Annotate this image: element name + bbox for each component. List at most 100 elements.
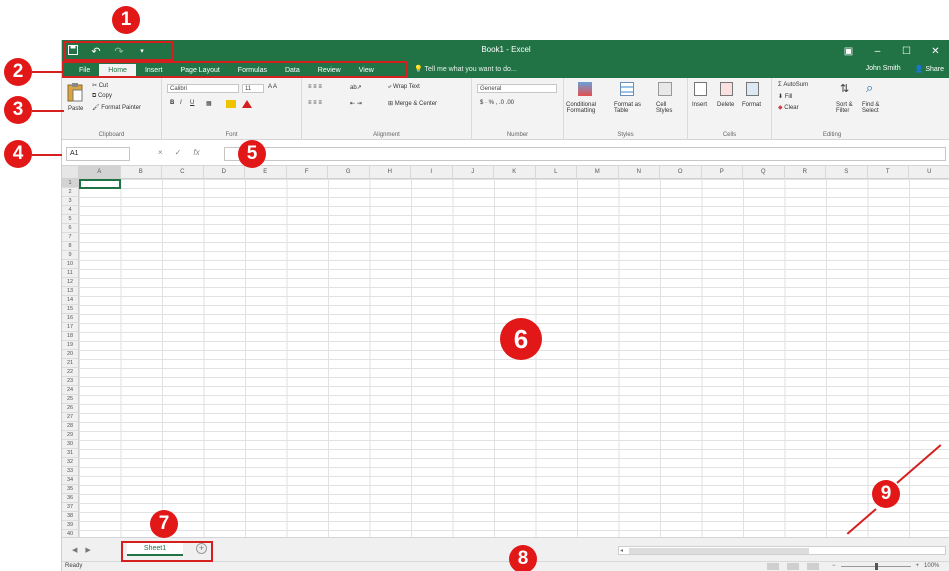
zoom-slider[interactable] <box>840 562 911 570</box>
row-header[interactable]: 3 <box>62 197 79 206</box>
delete-cells-icon[interactable] <box>720 82 733 96</box>
format-cells-button[interactable]: Format <box>742 102 761 108</box>
underline-button[interactable]: U <box>190 100 194 106</box>
scroll-left-icon[interactable]: ◂ <box>620 547 623 555</box>
row-header[interactable]: 40 <box>62 530 79 537</box>
prev-sheet-icon[interactable]: ◀ <box>72 546 77 554</box>
row-header[interactable]: 12 <box>62 278 79 287</box>
row-header[interactable]: 1 <box>62 179 79 188</box>
number-format-icons[interactable]: $ · % , .0 .00 <box>480 100 514 106</box>
column-header[interactable]: Q <box>743 166 785 179</box>
zoom-knob[interactable] <box>874 562 878 570</box>
sort-filter-button[interactable]: Sort & Filter <box>836 102 853 114</box>
share-button[interactable]: 👤 Share <box>915 65 944 73</box>
row-header[interactable]: 31 <box>62 449 79 458</box>
column-header[interactable]: O <box>660 166 702 179</box>
indent-icons[interactable]: ⇤ ⇥ <box>350 100 362 107</box>
row-header[interactable]: 15 <box>62 305 79 314</box>
row-header[interactable]: 35 <box>62 485 79 494</box>
sort-filter-icon[interactable]: ⇅ <box>840 82 849 95</box>
row-header[interactable]: 25 <box>62 395 79 404</box>
conditional-formatting-icon[interactable] <box>578 82 592 96</box>
column-header[interactable]: A <box>79 166 121 179</box>
row-header[interactable]: 13 <box>62 287 79 296</box>
insert-cells-button[interactable]: Insert <box>692 102 707 108</box>
formula-input[interactable] <box>224 147 946 161</box>
row-header[interactable]: 20 <box>62 350 79 359</box>
row-header[interactable]: 34 <box>62 476 79 485</box>
tab-formulas[interactable]: Formulas <box>229 64 276 78</box>
row-header[interactable]: 4 <box>62 206 79 215</box>
borders-icon[interactable]: ▦ <box>206 100 212 107</box>
column-header[interactable]: P <box>701 166 743 179</box>
row-header[interactable]: 18 <box>62 332 79 341</box>
column-header[interactable]: H <box>369 166 411 179</box>
row-header[interactable]: 21 <box>62 359 79 368</box>
column-header[interactable]: D <box>203 166 245 179</box>
scroll-thumb[interactable] <box>629 548 809 554</box>
tab-page-layout[interactable]: Page Layout <box>171 64 228 78</box>
column-header[interactable]: J <box>452 166 494 179</box>
format-cells-icon[interactable] <box>746 82 759 96</box>
row-header[interactable]: 26 <box>62 404 79 413</box>
sheet-tab[interactable]: Sheet1 <box>127 542 183 556</box>
active-cell[interactable] <box>79 179 121 189</box>
row-header[interactable]: 2 <box>62 188 79 197</box>
cell-styles-icon[interactable] <box>658 82 672 96</box>
column-header[interactable]: N <box>618 166 660 179</box>
close-icon[interactable]: ✕ <box>921 40 949 62</box>
row-header[interactable]: 23 <box>62 377 79 386</box>
row-header[interactable]: 7 <box>62 233 79 242</box>
find-select-button[interactable]: Find & Select <box>862 102 879 114</box>
font-size-combo[interactable]: 11 <box>242 84 264 93</box>
row-header[interactable]: 29 <box>62 431 79 440</box>
row-header[interactable]: 11 <box>62 269 79 278</box>
next-sheet-icon[interactable]: ▶ <box>85 546 90 554</box>
row-header[interactable]: 5 <box>62 215 79 224</box>
zoom-level[interactable]: 100% <box>924 563 939 569</box>
insert-cells-icon[interactable] <box>694 82 707 96</box>
tab-data[interactable]: Data <box>276 64 309 78</box>
tab-insert[interactable]: Insert <box>136 64 172 78</box>
column-header[interactable]: K <box>494 166 536 179</box>
column-header[interactable]: B <box>120 166 162 179</box>
column-header[interactable]: F <box>286 166 328 179</box>
minimize-icon[interactable]: – <box>863 40 892 62</box>
enter-icon[interactable]: ✓ <box>175 148 182 157</box>
row-header[interactable]: 36 <box>62 494 79 503</box>
column-header[interactable]: R <box>784 166 826 179</box>
insert-function-icon[interactable]: fx <box>193 148 199 157</box>
cancel-icon[interactable]: × <box>158 148 163 157</box>
cut-button[interactable]: ✂ Cut <box>92 82 108 89</box>
bold-button[interactable]: B <box>170 100 174 106</box>
row-header[interactable]: 17 <box>62 323 79 332</box>
copy-button[interactable]: ⧉ Copy <box>92 93 112 100</box>
font-color-icon[interactable] <box>242 100 252 108</box>
format-painter-button[interactable]: 🖌 Format Painter <box>92 104 141 111</box>
format-as-table-icon[interactable] <box>620 82 634 96</box>
fill-button[interactable]: ⬇ Fill <box>778 93 792 100</box>
column-header[interactable]: G <box>328 166 370 179</box>
row-header[interactable]: 22 <box>62 368 79 377</box>
page-break-view-icon[interactable] <box>807 563 819 570</box>
tab-home[interactable]: Home <box>99 64 136 78</box>
row-header[interactable]: 32 <box>62 458 79 467</box>
row-header[interactable]: 27 <box>62 413 79 422</box>
normal-view-icon[interactable] <box>767 563 779 570</box>
zoom-out-icon[interactable]: − <box>832 563 836 569</box>
row-header[interactable]: 28 <box>62 422 79 431</box>
wrap-text-button[interactable]: ⤶ Wrap Text <box>388 84 420 91</box>
font-size-buttons[interactable]: A A <box>268 84 277 90</box>
merge-center-button[interactable]: ⊞ Merge & Center <box>388 100 437 107</box>
autosum-button[interactable]: Σ AutoSum <box>778 82 808 88</box>
row-header[interactable]: 39 <box>62 521 79 530</box>
ribbon-display-icon[interactable]: ▣ <box>834 40 863 62</box>
clear-button[interactable]: ◆ Clear <box>778 104 799 111</box>
row-header[interactable]: 8 <box>62 242 79 251</box>
tab-review[interactable]: Review <box>309 64 350 78</box>
column-header[interactable]: T <box>867 166 909 179</box>
row-header[interactable]: 24 <box>62 386 79 395</box>
tell-me-box[interactable]: 💡 Tell me what you want to do... <box>414 65 517 73</box>
format-as-table-button[interactable]: Format as Table <box>614 102 641 114</box>
row-header[interactable]: 9 <box>62 251 79 260</box>
